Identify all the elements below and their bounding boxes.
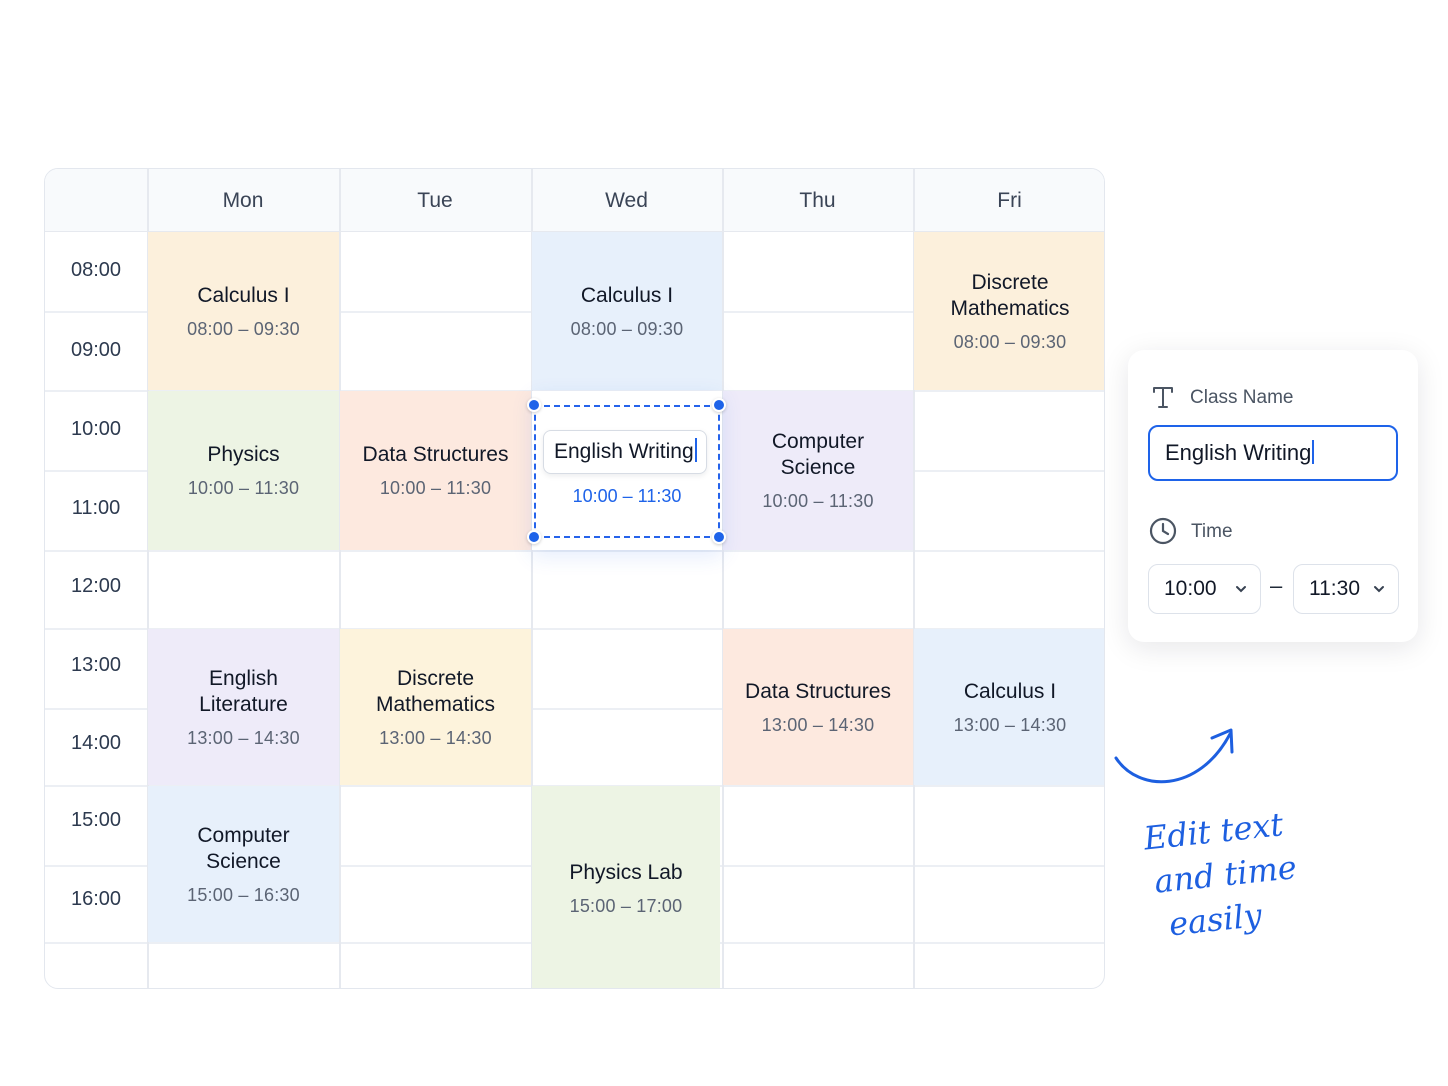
start-time-value: 10:00 <box>1164 577 1217 600</box>
class-event[interactable]: Physics 10:00 – 11:30 <box>148 391 339 550</box>
text-cursor <box>694 438 697 462</box>
class-event[interactable]: English Literature 13:00 – 14:30 <box>148 629 339 785</box>
end-time-value: 11:30 <box>1309 577 1360 600</box>
class-event[interactable]: Calculus I 13:00 – 14:30 <box>914 629 1104 785</box>
class-event[interactable]: Discrete Mathematics 13:00 – 14:30 <box>340 629 531 785</box>
class-event[interactable]: Calculus I 08:00 – 09:30 <box>532 232 722 390</box>
class-title: Data Structures <box>745 679 891 703</box>
day-header-thu: Thu <box>799 189 836 212</box>
resize-handle-bottom-left[interactable] <box>527 530 541 544</box>
time-label: 14:00 <box>70 732 122 754</box>
class-time: 13:00 – 14:30 <box>187 727 300 748</box>
class-title: Calculus I <box>580 283 674 307</box>
class-event[interactable]: Data Structures 13:00 – 14:30 <box>723 629 913 785</box>
resize-handle-bottom-right[interactable] <box>712 530 726 544</box>
time-label: 12:00 <box>70 575 122 597</box>
class-title: Computer Science <box>197 823 290 873</box>
class-title: Calculus I <box>963 679 1057 703</box>
inline-title-editor[interactable]: English Writing <box>543 430 707 474</box>
time-label: Time <box>1191 521 1233 542</box>
time-label: 08:00 <box>70 259 122 281</box>
class-time: 08:00 – 09:30 <box>187 318 300 339</box>
grid-line <box>339 169 341 988</box>
class-title: English Literature <box>199 666 288 716</box>
class-event[interactable]: Calculus I 08:00 – 09:30 <box>148 232 339 390</box>
grid-line <box>45 550 1104 552</box>
class-title: Calculus I <box>197 283 290 307</box>
clock-icon <box>1149 517 1177 545</box>
class-time: 15:00 – 16:30 <box>187 884 300 905</box>
time-label: 10:00 <box>70 418 122 440</box>
class-title: Data Structures <box>362 443 509 466</box>
class-time: 08:00 – 09:30 <box>570 318 684 339</box>
class-time: 13:00 – 14:30 <box>953 714 1067 735</box>
class-time: 13:00 – 14:30 <box>761 714 875 735</box>
time-label: 13:00 <box>70 654 122 676</box>
time-range-separator: – <box>1270 573 1283 598</box>
edit-hint-annotation: Edit text and time easily <box>1142 796 1355 948</box>
timetable: Mon Tue Wed Thu Fri 08:00 09:00 10:00 11… <box>44 168 1105 989</box>
day-header-fri: Fri <box>997 189 1022 212</box>
text-cursor <box>1312 440 1315 464</box>
class-event[interactable]: Data Structures 10:00 – 11:30 <box>340 391 531 550</box>
class-title: Discrete Mathematics <box>375 666 496 716</box>
day-header-mon: Mon <box>222 189 264 212</box>
class-event[interactable]: Computer Science 15:00 – 16:30 <box>148 786 339 942</box>
class-event[interactable]: Computer Science 10:00 – 11:30 <box>723 391 913 550</box>
resize-handle-top-right[interactable] <box>712 398 726 412</box>
class-title: Computer Science <box>771 430 865 479</box>
chevron-down-icon <box>1374 586 1384 593</box>
class-event[interactable]: Physics Lab 15:00 – 17:00 <box>532 786 720 988</box>
class-time: 08:00 – 09:30 <box>953 331 1067 352</box>
class-name-label: Class Name <box>1190 387 1294 408</box>
day-header-tue: Tue <box>417 189 453 212</box>
inline-title-text: English Writing <box>554 440 694 463</box>
class-title: Physics Lab <box>569 860 683 884</box>
day-header-wed: Wed <box>605 189 648 212</box>
class-title: Physics <box>207 443 280 466</box>
time-label: 16:00 <box>70 888 122 910</box>
class-time: 10:00 – 11:30 <box>379 478 492 498</box>
start-time-select[interactable]: 10:00 <box>1148 564 1261 614</box>
curved-arrow-icon <box>1114 728 1234 784</box>
time-label: 11:00 <box>71 497 121 519</box>
resize-handle-top-left[interactable] <box>527 398 541 412</box>
text-icon <box>1153 387 1173 408</box>
class-time: 10:00 – 11:30 <box>187 478 300 498</box>
end-time-select[interactable]: 11:30 <box>1293 564 1399 614</box>
class-time: 15:00 – 17:00 <box>569 895 683 916</box>
edit-class-panel: Class Name English Writing Time 10:00 – … <box>1128 350 1418 642</box>
class-name-input[interactable]: English Writing <box>1148 425 1398 481</box>
class-time: 10:00 – 11:30 <box>762 491 874 511</box>
selected-class-time: 10:00 – 11:30 <box>572 486 682 506</box>
grid-line <box>722 169 724 988</box>
class-name-value: English Writing <box>1165 440 1312 465</box>
time-label: 15:00 <box>70 809 122 831</box>
class-event[interactable]: Discrete Mathematics 08:00 – 09:30 <box>914 232 1104 390</box>
class-title: Discrete Mathematics <box>950 270 1070 320</box>
chevron-down-icon <box>1236 586 1246 593</box>
time-label: 09:00 <box>70 339 122 361</box>
class-time: 13:00 – 14:30 <box>379 727 492 748</box>
